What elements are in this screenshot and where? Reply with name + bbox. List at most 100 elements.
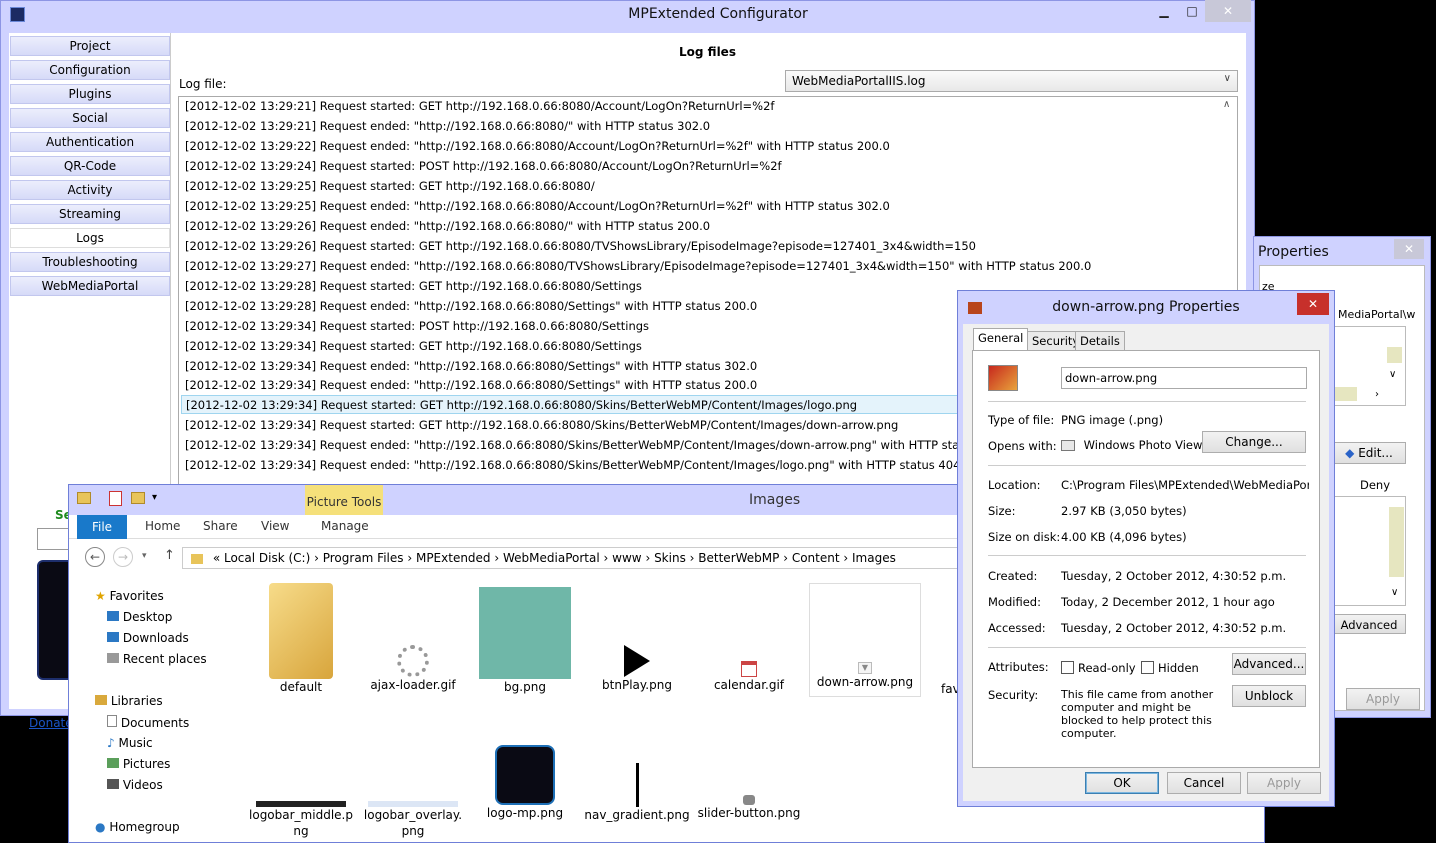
log-line[interactable]: [2012-12-02 13:29:34] Request started: P… bbox=[185, 317, 649, 336]
breadcrumb-item[interactable]: MPExtended bbox=[416, 551, 491, 565]
file-item[interactable]: logobar_overlay. png bbox=[357, 743, 469, 839]
ok-button[interactable]: OK bbox=[1085, 772, 1159, 794]
breadcrumb-item[interactable]: Local Disk (C:) bbox=[224, 551, 310, 565]
file-item[interactable]: logobar_middle.p ng bbox=[245, 743, 357, 839]
chevron-right-icon[interactable]: › bbox=[1375, 389, 1379, 400]
log-line[interactable]: [2012-12-02 13:29:34] Request ended: "ht… bbox=[185, 376, 757, 395]
cancel-button[interactable]: Cancel bbox=[1167, 772, 1241, 794]
nav-troubleshooting[interactable]: Troubleshooting bbox=[10, 252, 170, 272]
nav-webmediaportal[interactable]: WebMediaPortal bbox=[10, 276, 170, 296]
file-item[interactable]: bg.png bbox=[469, 583, 581, 695]
advanced-button[interactable]: Advanced... bbox=[1232, 653, 1306, 675]
filename-input[interactable]: down-arrow.png bbox=[1061, 367, 1307, 389]
minimize-button[interactable]: ▁ bbox=[1150, 0, 1178, 22]
new-folder-icon[interactable] bbox=[131, 492, 145, 504]
log-line[interactable]: [2012-12-02 13:29:34] Request ended: "ht… bbox=[185, 357, 757, 376]
close-button[interactable]: ✕ bbox=[1205, 0, 1251, 22]
tab-general[interactable]: General bbox=[973, 328, 1029, 351]
breadcrumb-item[interactable]: Content bbox=[792, 551, 840, 565]
customize-toolbar-icon[interactable]: ▾ bbox=[152, 492, 157, 503]
breadcrumb-item[interactable]: Program Files bbox=[323, 551, 404, 565]
nav-configuration[interactable]: Configuration bbox=[10, 60, 170, 80]
back-arrow-icon[interactable]: ← bbox=[85, 547, 105, 567]
close-button[interactable]: ✕ bbox=[1297, 293, 1329, 315]
log-line[interactable]: [2012-12-02 13:29:34] Request ended: "ht… bbox=[185, 456, 971, 475]
file-item[interactable]: default bbox=[245, 583, 357, 695]
nav-project[interactable]: Project bbox=[10, 36, 170, 56]
file-item[interactable]: fav bbox=[921, 583, 961, 697]
nav-libraries[interactable]: Libraries bbox=[95, 694, 163, 708]
tab-home[interactable]: Home bbox=[145, 519, 180, 533]
log-line[interactable]: [2012-12-02 13:29:26] Request ended: "ht… bbox=[185, 217, 710, 236]
log-line[interactable]: [2012-12-02 13:29:21] Request started: G… bbox=[185, 97, 774, 116]
breadcrumb-item[interactable]: WebMediaPortal bbox=[503, 551, 600, 565]
log-line[interactable]: [2012-12-02 13:29:21] Request ended: "ht… bbox=[185, 117, 710, 136]
forward-arrow-icon[interactable]: → bbox=[113, 547, 133, 567]
permissions-list[interactable]: ∨ › bbox=[1332, 326, 1406, 406]
maximize-button[interactable]: □ bbox=[1178, 0, 1206, 22]
advanced-button[interactable]: Advanced bbox=[1332, 614, 1406, 634]
properties-icon[interactable] bbox=[109, 491, 122, 506]
close-button[interactable]: ✕ bbox=[1394, 239, 1424, 259]
nav-pictures[interactable]: Pictures bbox=[107, 757, 170, 771]
tab-view[interactable]: View bbox=[261, 519, 289, 533]
tab-details[interactable]: Details bbox=[1075, 331, 1125, 351]
log-line[interactable]: [2012-12-02 13:29:28] Request ended: "ht… bbox=[185, 297, 757, 316]
nav-videos[interactable]: Videos bbox=[107, 778, 163, 792]
chevron-down-icon[interactable]: ∨ bbox=[1389, 369, 1396, 380]
file-item[interactable]: logo-mp.png bbox=[469, 743, 581, 821]
chevron-down-icon[interactable]: ∨ bbox=[1391, 587, 1398, 598]
log-line[interactable]: [2012-12-02 13:29:28] Request started: G… bbox=[185, 277, 642, 296]
file-item-selected[interactable]: ▼ down-arrow.png bbox=[809, 583, 921, 697]
nav-favorites[interactable]: ★ Favorites bbox=[95, 589, 164, 603]
log-line[interactable]: [2012-12-02 13:29:25] Request ended: "ht… bbox=[185, 197, 890, 216]
log-line[interactable]: [2012-12-02 13:29:34] Request ended: "ht… bbox=[185, 436, 1014, 455]
apply-button[interactable]: Apply bbox=[1346, 688, 1420, 710]
tab-file[interactable]: File bbox=[77, 515, 127, 539]
edit-button[interactable]: ◆ Edit... bbox=[1332, 442, 1406, 464]
nav-social[interactable]: Social bbox=[10, 108, 170, 128]
scroll-up-icon[interactable]: ∧ bbox=[1223, 99, 1230, 110]
breadcrumb-item[interactable]: Images bbox=[852, 551, 896, 565]
nav-downloads[interactable]: Downloads bbox=[107, 631, 189, 645]
nav-plugins[interactable]: Plugins bbox=[10, 84, 170, 104]
nav-recent-places[interactable]: Recent places bbox=[107, 652, 207, 666]
hidden-checkbox[interactable] bbox=[1141, 661, 1154, 674]
donate-link[interactable]: Donate bbox=[29, 716, 73, 730]
log-file-select[interactable]: WebMediaPortalIIS.log ∨ bbox=[785, 70, 1238, 92]
breadcrumb-item[interactable]: BetterWebMP bbox=[698, 551, 779, 565]
log-line-selected[interactable]: [2012-12-02 13:29:34] Request started: G… bbox=[181, 395, 961, 414]
nav-desktop[interactable]: Desktop bbox=[107, 610, 172, 624]
breadcrumb-item[interactable]: Skins bbox=[654, 551, 686, 565]
tab-manage[interactable]: Manage bbox=[321, 519, 369, 533]
nav-documents[interactable]: Documents bbox=[107, 715, 189, 730]
nav-streaming[interactable]: Streaming bbox=[10, 204, 170, 224]
nav-authentication[interactable]: Authentication bbox=[10, 132, 170, 152]
change-button[interactable]: Change... bbox=[1202, 431, 1306, 453]
nav-logs[interactable]: Logs bbox=[10, 228, 170, 248]
log-line[interactable]: [2012-12-02 13:29:34] Request started: G… bbox=[185, 337, 642, 356]
nav-activity[interactable]: Activity bbox=[10, 180, 170, 200]
apply-button[interactable]: Apply bbox=[1247, 772, 1321, 794]
up-arrow-icon[interactable]: ↑ bbox=[164, 548, 175, 563]
unblock-button[interactable]: Unblock bbox=[1232, 685, 1306, 707]
permissions-table[interactable]: ∨ bbox=[1332, 496, 1406, 606]
log-line[interactable]: [2012-12-02 13:29:22] Request ended: "ht… bbox=[185, 137, 890, 156]
log-line[interactable]: [2012-12-02 13:29:25] Request started: G… bbox=[185, 177, 595, 196]
log-line[interactable]: [2012-12-02 13:29:27] Request ended: "ht… bbox=[185, 257, 1091, 276]
file-item[interactable]: slider-button.png bbox=[693, 743, 805, 821]
readonly-checkbox[interactable] bbox=[1061, 661, 1074, 674]
file-item[interactable]: btnPlay.png bbox=[581, 583, 693, 693]
log-line[interactable]: [2012-12-02 13:29:34] Request started: G… bbox=[185, 416, 898, 435]
nav-homegroup[interactable]: ● Homegroup bbox=[95, 820, 180, 834]
log-line[interactable]: [2012-12-02 13:29:24] Request started: P… bbox=[185, 157, 782, 176]
breadcrumb-item[interactable]: www bbox=[612, 551, 641, 565]
log-line[interactable]: [2012-12-02 13:29:26] Request started: G… bbox=[185, 237, 976, 256]
tab-share[interactable]: Share bbox=[203, 519, 238, 533]
nav-qr-code[interactable]: QR-Code bbox=[10, 156, 170, 176]
nav-music[interactable]: ♪ Music bbox=[107, 736, 153, 750]
file-item[interactable]: nav_gradient.png bbox=[581, 743, 693, 823]
recent-locations-icon[interactable]: ▾ bbox=[142, 551, 147, 561]
file-item[interactable]: calendar.gif bbox=[693, 583, 805, 693]
file-item[interactable]: ajax-loader.gif bbox=[357, 583, 469, 693]
